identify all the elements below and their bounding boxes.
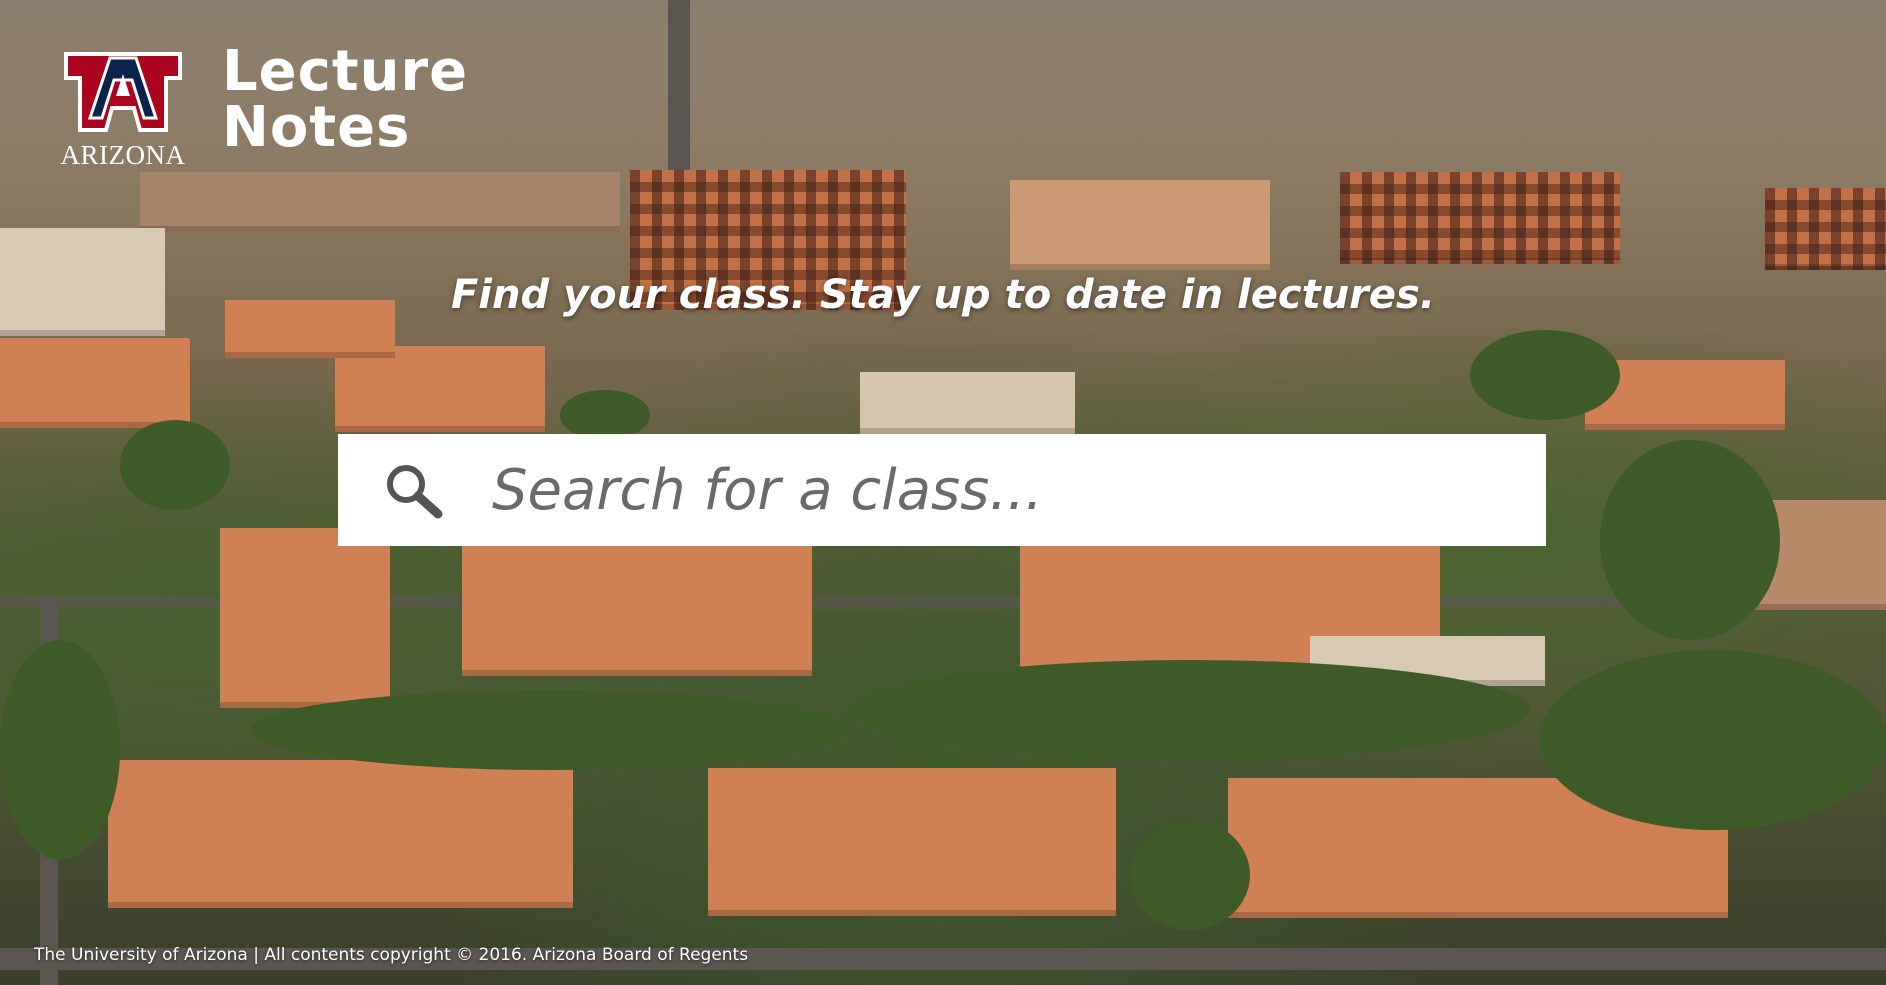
search-bar[interactable]	[338, 434, 1546, 546]
app-title: Lecture Notes	[222, 44, 468, 156]
block-a-icon	[64, 52, 182, 132]
logo-wordmark: ARIZONA	[60, 140, 186, 170]
app-title-line2: Notes	[222, 95, 411, 160]
search-input[interactable]	[490, 449, 1546, 531]
university-logo[interactable]: ARIZONA	[48, 44, 198, 170]
search-icon[interactable]	[382, 460, 462, 520]
app-title-line1: Lecture	[222, 39, 469, 104]
tagline: Find your class. Stay up to date in lect…	[450, 272, 1436, 318]
copyright-footer: The University of Arizona | All contents…	[34, 945, 749, 965]
